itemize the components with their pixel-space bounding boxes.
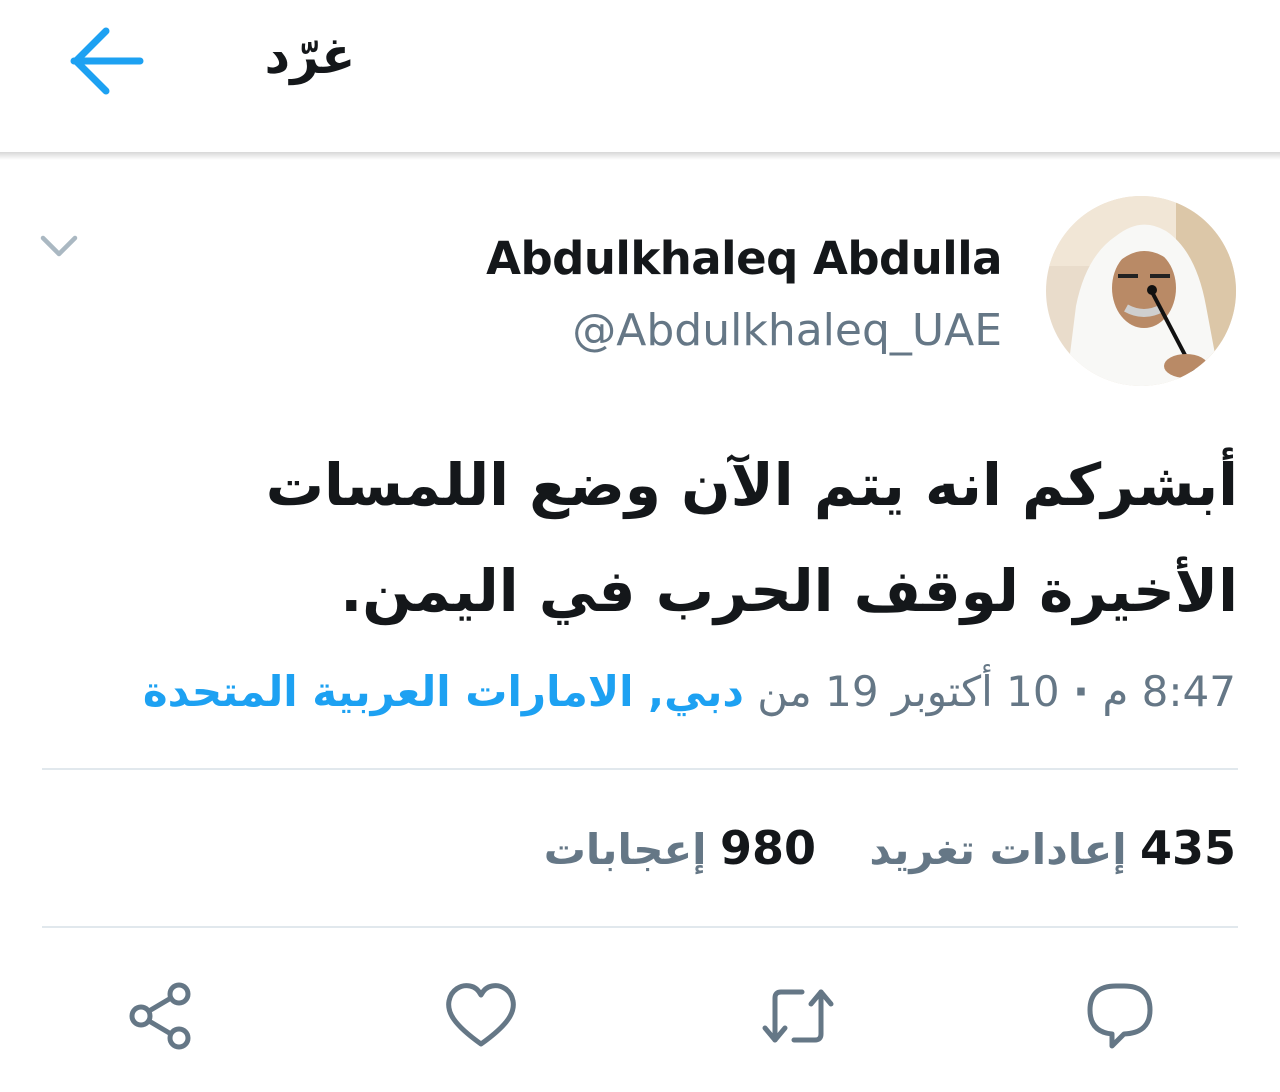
- from-label: من: [757, 667, 812, 716]
- heart-icon[interactable]: [443, 978, 519, 1054]
- likes-stat[interactable]: 980 إعجابات: [544, 816, 816, 882]
- chevron-down-icon[interactable]: [38, 230, 80, 264]
- tweet-time: 8:47 م: [1102, 667, 1236, 716]
- tweet-text-line-1: أبشركم انه يتم الآن وضع اللمسات: [265, 451, 1238, 519]
- likes-count: 980: [719, 821, 816, 875]
- divider: [42, 926, 1238, 928]
- back-arrow-icon[interactable]: [70, 25, 146, 97]
- meta-separator: ·: [1072, 667, 1089, 716]
- reply-icon[interactable]: [1082, 978, 1158, 1054]
- retweets-stat[interactable]: 435 إعادات تغريد: [869, 816, 1236, 882]
- retweets-count: 435: [1139, 821, 1236, 875]
- avatar[interactable]: [1046, 196, 1236, 386]
- retweet-icon[interactable]: [760, 978, 836, 1054]
- page-title: غرّد: [264, 27, 356, 85]
- author-handle[interactable]: @Abdulkhaleq_UAE: [572, 302, 1002, 360]
- header-divider: [0, 152, 1280, 160]
- retweets-label: إعادات تغريد: [869, 825, 1127, 874]
- tweet-metadata: 8:47 م · 10 أكتوبر 19 من دبي, الامارات ا…: [36, 660, 1236, 724]
- top-app-bar: غرّد: [0, 0, 1280, 152]
- tweet-date: 10 أكتوبر 19: [825, 667, 1060, 716]
- tweet-stats: 435 إعادات تغريد 980 إعجابات: [504, 816, 1236, 882]
- divider: [42, 768, 1238, 770]
- tweet-location-link[interactable]: دبي, الامارات العربية المتحدة: [143, 667, 744, 716]
- share-icon[interactable]: [124, 978, 200, 1054]
- likes-label: إعجابات: [543, 825, 707, 874]
- tweet-text: أبشركم انه يتم الآن وضع اللمسات الأخيرة …: [238, 432, 1238, 644]
- tweet-text-line-2: الأخيرة لوقف الحرب في اليمن.: [340, 557, 1238, 625]
- author-name[interactable]: Abdulkhaleq Abdulla: [486, 230, 1002, 288]
